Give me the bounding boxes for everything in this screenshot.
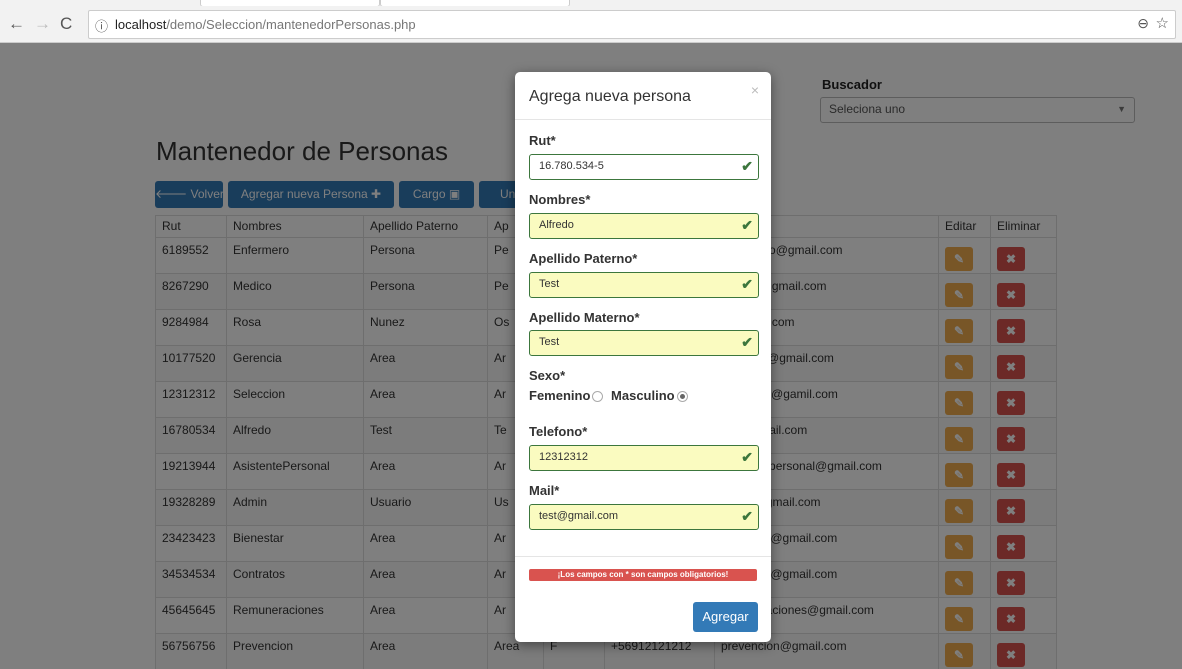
forward-arrow-icon[interactable]: → [34,14,51,34]
femenino-label: Femenino [529,388,591,403]
sexo-label: Sexo* [529,368,566,383]
info-icon[interactable]: ⓘ [95,16,108,35]
telefono-input-value: 12312312 [539,451,588,463]
url-host: localhost [115,17,167,32]
mail-input-value: test@gmail.com [539,510,619,522]
modal-header: Agrega nueva persona × [515,72,771,120]
back-arrow-icon[interactable]: ← [8,14,25,34]
apellido-paterno-label: Apellido Paterno* [529,251,638,266]
apellido-materno-input[interactable]: Test ✔ [529,330,759,356]
apellido-paterno-input-value: Test [539,278,560,290]
url-path: /demo/Seleccion/mantenedorPersonas.php [166,17,416,32]
sexo-radio-group: Femenino Masculino [529,388,692,403]
apellido-paterno-input[interactable]: Test ✔ [529,272,759,298]
apellido-materno-label: Apellido Materno* [529,310,640,325]
nombres-label: Nombres* [529,192,591,207]
rut-input-value: 16.780.534-5 [539,160,604,172]
modal-divider [515,556,771,557]
required-fields-note: ¡Los campos con * son campos obligatorio… [529,569,757,581]
masculino-radio[interactable] [676,391,688,403]
add-person-modal: Agrega nueva persona × Rut* 16.780.534-5… [515,72,771,642]
browser-toolbar: ← → C ⓘ localhost/demo/Seleccion/mantene… [0,6,1182,43]
mail-input[interactable]: test@gmail.com ✔ [529,504,759,530]
rut-input[interactable]: 16.780.534-5 ✔ [529,154,759,180]
check-icon: ✔ [741,508,753,524]
nombres-input[interactable]: Alfredo ✔ [529,213,759,239]
mail-label: Mail* [529,483,560,498]
check-icon: ✔ [741,158,753,174]
masculino-label: Masculino [611,388,675,403]
nombres-input-value: Alfredo [539,219,574,231]
add-submit-button[interactable]: Agregar [693,602,758,632]
apellido-materno-input-value: Test [539,336,560,348]
address-bar[interactable]: ⓘ localhost/demo/Seleccion/mantenedorPer… [88,10,1176,39]
zoom-icon[interactable]: ⊖ [1137,15,1149,32]
telefono-label: Telefono* [529,424,588,439]
url-text[interactable]: localhost/demo/Seleccion/mantenedorPerso… [115,17,416,32]
telefono-input[interactable]: 12312312 ✔ [529,445,759,471]
modal-title: Agrega nueva persona [529,88,691,105]
check-icon: ✔ [741,334,753,350]
check-icon: ✔ [741,217,753,233]
check-icon: ✔ [741,276,753,292]
star-icon[interactable]: ☆ [1156,14,1169,32]
check-icon: ✔ [741,449,753,465]
rut-label: Rut* [529,133,556,148]
close-icon[interactable]: × [751,82,759,98]
reload-icon[interactable]: C [60,14,72,34]
femenino-radio[interactable] [592,391,604,403]
